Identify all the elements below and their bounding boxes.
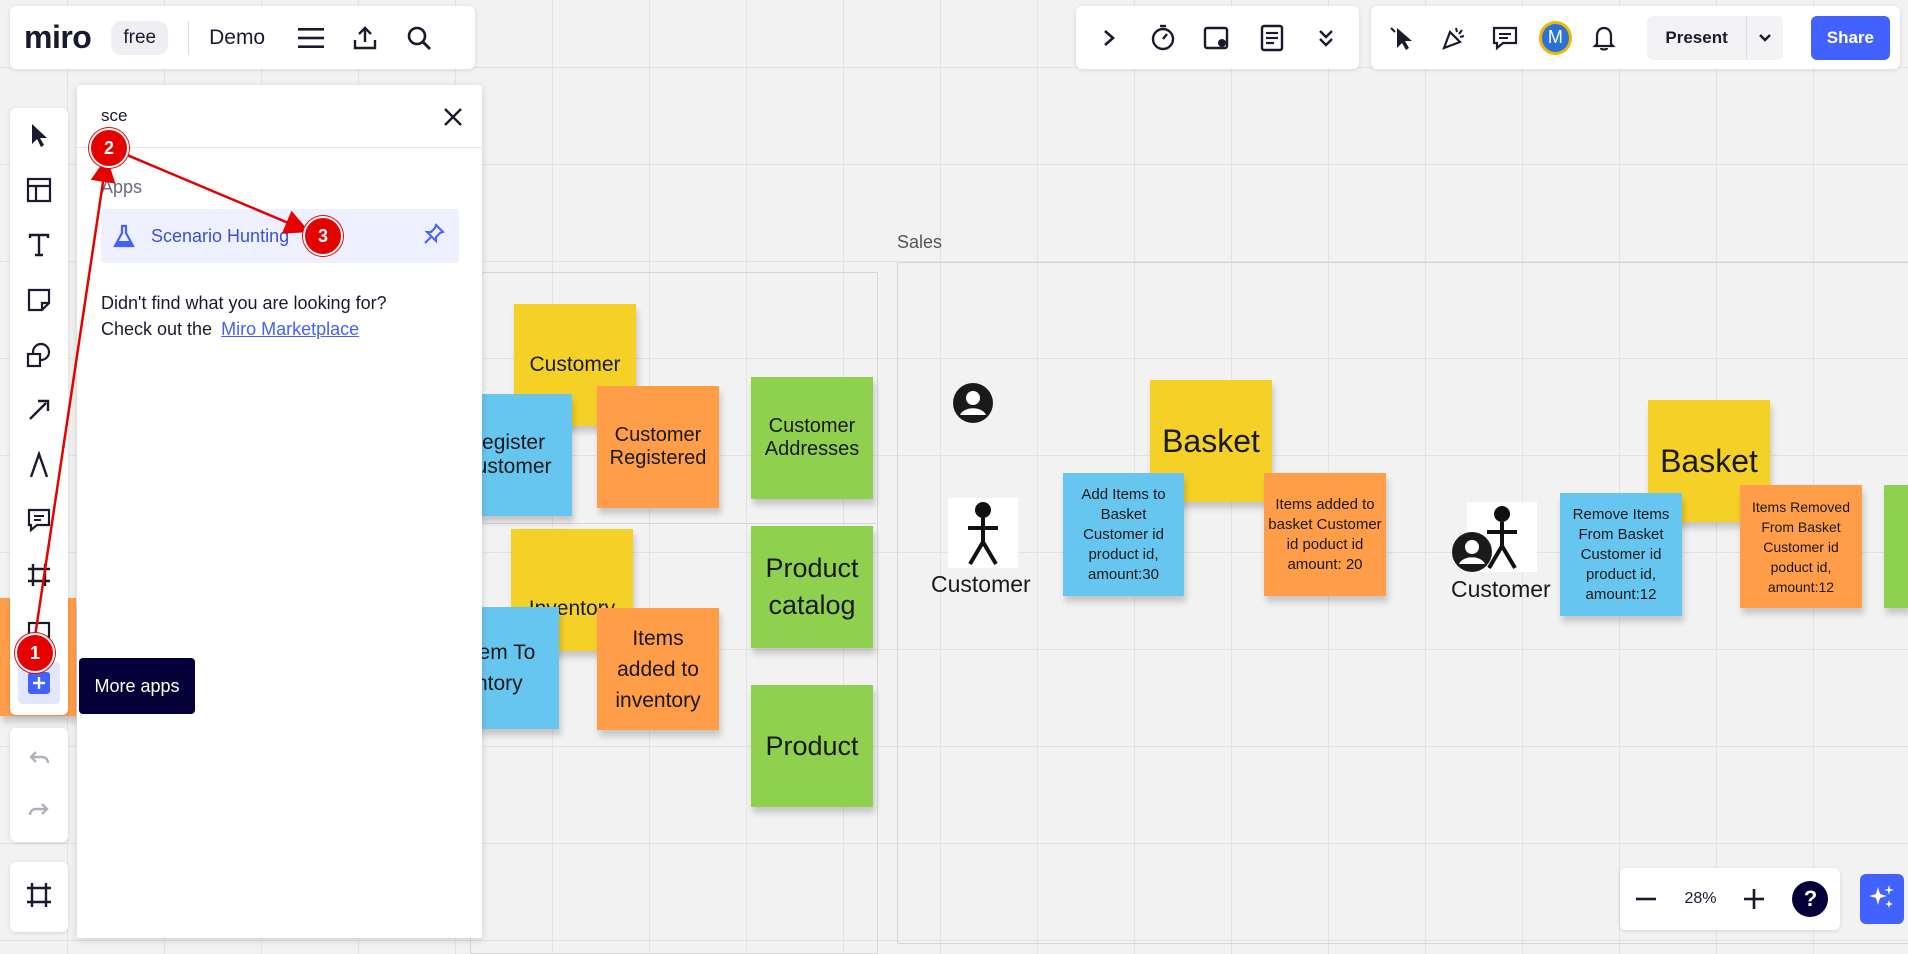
not-found-message: Didn't find what you are looking for? Ch… bbox=[101, 290, 387, 342]
timer-icon[interactable] bbox=[1141, 16, 1185, 60]
marketplace-line: Check out the Miro Marketplace bbox=[101, 316, 387, 342]
top-left-bar: miro free Demo bbox=[10, 6, 475, 69]
pin-icon[interactable] bbox=[423, 223, 445, 250]
sticky-remove-items-from-basket[interactable]: Remove Items From Basket Customer id pro… bbox=[1560, 493, 1682, 616]
zoom-level[interactable]: 28% bbox=[1684, 890, 1716, 908]
left-toolbar bbox=[10, 108, 68, 715]
person-label-customer-1: Customer bbox=[931, 571, 1031, 597]
chevron-right-icon[interactable] bbox=[1087, 16, 1131, 60]
text-tool-icon[interactable] bbox=[18, 224, 60, 266]
search-icon[interactable] bbox=[399, 18, 439, 58]
zoom-controls: 28% ? bbox=[1620, 868, 1840, 930]
comments-icon[interactable] bbox=[1483, 16, 1526, 60]
annotation-marker-2: 2 bbox=[89, 128, 129, 168]
sticky-customer-addresses[interactable]: Customer Addresses bbox=[751, 377, 873, 499]
share-button[interactable]: Share bbox=[1810, 15, 1890, 60]
frame-label-sales: Sales bbox=[897, 232, 943, 252]
sticky-items-added-to-basket[interactable]: Items added to basket Customer id poduct… bbox=[1264, 473, 1386, 596]
connection-line-icon[interactable] bbox=[18, 389, 60, 431]
app-result-scenario-hunting[interactable]: Scenario Hunting bbox=[101, 209, 459, 263]
zoom-in-icon[interactable] bbox=[1739, 889, 1769, 909]
sticky-items-added-to-inventory[interactable]: Items added to inventory bbox=[597, 608, 719, 730]
present-button[interactable]: Present bbox=[1647, 15, 1783, 60]
comment-icon[interactable] bbox=[18, 499, 60, 541]
apps-search-input[interactable]: sce bbox=[101, 106, 127, 126]
section-title-apps: Apps bbox=[101, 177, 143, 197]
cursor-follow-icon[interactable] bbox=[1381, 16, 1424, 60]
shapes-icon[interactable] bbox=[18, 334, 60, 376]
not-found-text: Didn't find what you are looking for? bbox=[101, 293, 387, 313]
divider bbox=[188, 20, 190, 55]
undo-icon[interactable] bbox=[18, 738, 60, 780]
sticky-customer-registered[interactable]: Customer Registered bbox=[597, 386, 719, 508]
plan-badge[interactable]: free bbox=[111, 20, 169, 55]
sticky-product[interactable]: Product bbox=[751, 685, 873, 807]
frame-icon[interactable] bbox=[18, 554, 60, 596]
undo-redo-bar bbox=[10, 728, 68, 842]
chevron-down-icon[interactable] bbox=[1747, 33, 1783, 43]
close-icon[interactable] bbox=[438, 102, 468, 132]
person-label-customer-2: Customer bbox=[1451, 576, 1551, 602]
select-tool-icon[interactable] bbox=[18, 114, 60, 156]
templates-icon[interactable] bbox=[18, 169, 60, 211]
annotation-marker-3: 3 bbox=[303, 216, 343, 256]
sparkle-icon bbox=[1868, 883, 1896, 916]
zoom-out-icon[interactable] bbox=[1631, 897, 1661, 901]
redo-icon[interactable] bbox=[18, 790, 60, 832]
notes-icon[interactable] bbox=[1250, 16, 1294, 60]
user-avatar[interactable]: M bbox=[1538, 20, 1573, 55]
flask-icon bbox=[111, 223, 137, 249]
sticky-add-items-to-basket[interactable]: Add Items to Basket Customer id product … bbox=[1063, 473, 1184, 596]
bell-icon[interactable] bbox=[1582, 16, 1625, 60]
user-circle-icon-2 bbox=[1451, 531, 1493, 578]
stick-figure-icon bbox=[948, 498, 1018, 568]
divider-line bbox=[470, 523, 876, 524]
present-label: Present bbox=[1665, 27, 1728, 47]
miro-marketplace-link[interactable]: Miro Marketplace bbox=[221, 319, 359, 339]
celebrate-icon[interactable] bbox=[1432, 16, 1475, 60]
chevrons-down-icon[interactable] bbox=[1304, 16, 1348, 60]
sticky-items-removed-from-basket[interactable]: Items Removed From Basket Customer id po… bbox=[1740, 485, 1862, 608]
user-circle-icon bbox=[952, 382, 994, 429]
menu-icon[interactable] bbox=[291, 18, 331, 58]
search-row: sce bbox=[77, 85, 482, 148]
miro-logo[interactable]: miro bbox=[24, 19, 92, 56]
video-chat-icon[interactable] bbox=[1195, 16, 1239, 60]
more-apps-tooltip: More apps bbox=[79, 658, 195, 714]
check-out-text: Check out the bbox=[101, 319, 213, 339]
pen-icon[interactable] bbox=[18, 444, 60, 486]
app-name: Scenario Hunting bbox=[151, 225, 290, 246]
sticky-partial-right[interactable] bbox=[1884, 485, 1908, 608]
sticky-product-catalog[interactable]: Product catalog bbox=[751, 526, 873, 648]
help-icon[interactable]: ? bbox=[1792, 881, 1829, 917]
export-icon[interactable] bbox=[345, 18, 385, 58]
annotation-marker-1: 1 bbox=[15, 633, 55, 673]
apps-search-panel: sce Apps Scenario Hunting Didn't find wh… bbox=[77, 85, 482, 938]
frames-icon bbox=[25, 881, 53, 914]
sticky-note-icon[interactable] bbox=[18, 279, 60, 321]
board-actions-toolbar: M Present Share bbox=[1371, 6, 1900, 69]
board-name[interactable]: Demo bbox=[209, 26, 265, 50]
frames-panel-button[interactable] bbox=[10, 862, 68, 932]
ai-assist-button[interactable] bbox=[1860, 874, 1904, 924]
collaboration-toolbar bbox=[1076, 6, 1359, 69]
